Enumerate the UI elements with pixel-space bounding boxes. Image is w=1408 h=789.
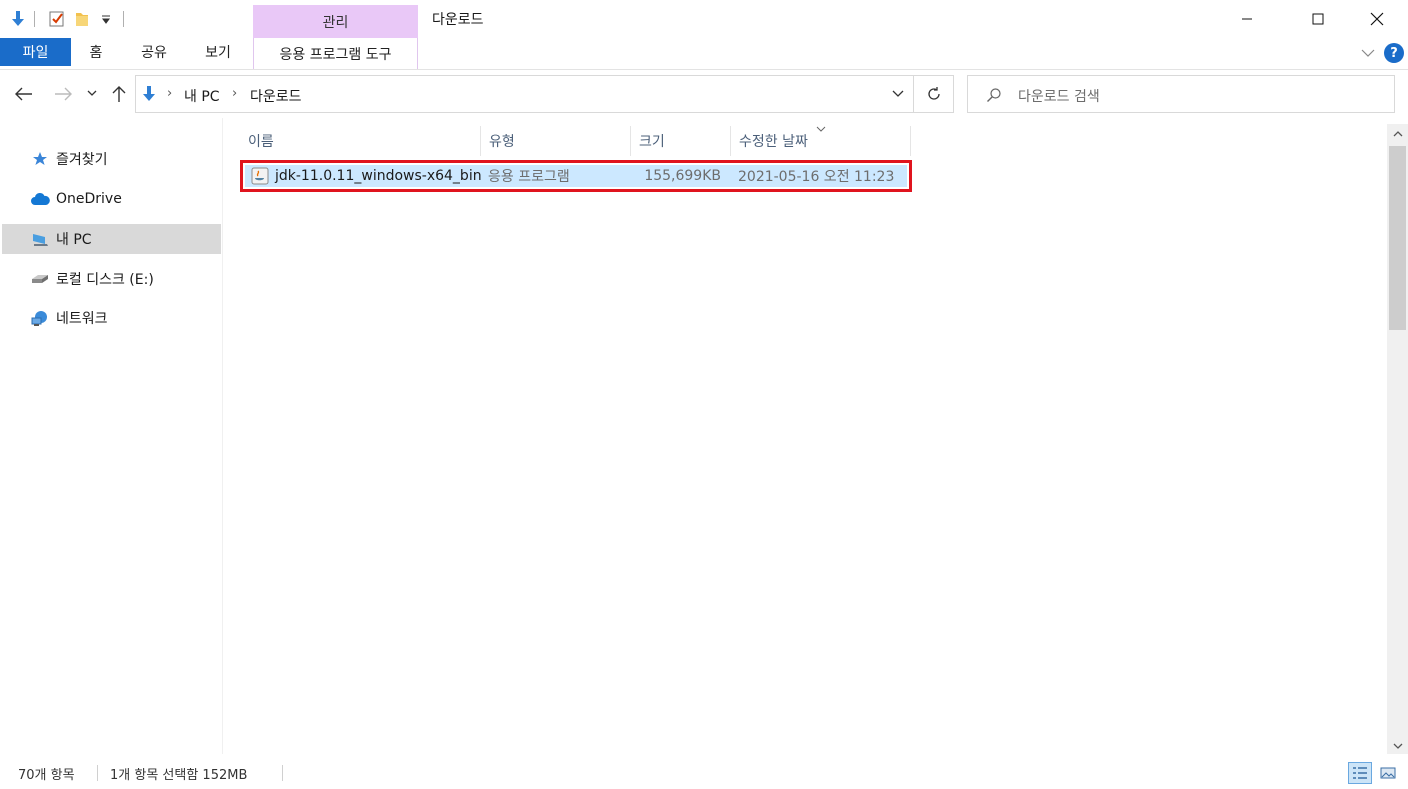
status-bar: 70개 항목 1개 항목 선택함 152MB xyxy=(0,754,1408,789)
search-input[interactable]: 다운로드 검색 xyxy=(967,75,1395,113)
window-title: 다운로드 xyxy=(432,12,484,28)
nav-item-local-disk-e[interactable]: 로컬 디스크 (E:) xyxy=(2,264,221,294)
customize-toolbar-icon[interactable] xyxy=(96,9,116,29)
details-view-icon xyxy=(1353,767,1367,779)
tab-home[interactable]: 홈 xyxy=(82,38,110,66)
context-tab-manage[interactable]: 관리 xyxy=(253,5,418,38)
computer-icon xyxy=(30,229,50,249)
cloud-icon xyxy=(30,189,50,209)
large-icons-view-button[interactable] xyxy=(1376,762,1400,784)
search-placeholder: 다운로드 검색 xyxy=(1018,89,1100,105)
refresh-button[interactable] xyxy=(914,75,954,113)
expand-ribbon-icon[interactable] xyxy=(1358,43,1378,63)
title-bar: 관리 다운로드 xyxy=(0,0,1408,38)
address-dropdown-icon[interactable] xyxy=(891,86,907,102)
status-separator xyxy=(97,765,98,781)
address-row: › 내 PC › 다운로드 다운로드 검색 xyxy=(0,70,1408,118)
status-separator xyxy=(282,765,283,781)
tab-view[interactable]: 보기 xyxy=(198,38,238,66)
minimize-button[interactable] xyxy=(1224,0,1270,38)
recent-locations-button[interactable] xyxy=(82,82,102,106)
breadcrumb-separator-icon[interactable]: › xyxy=(232,86,237,101)
java-installer-icon xyxy=(251,165,269,187)
close-icon xyxy=(1370,12,1384,26)
close-button[interactable] xyxy=(1354,0,1400,38)
nav-item-favorites[interactable]: 즐겨찾기 xyxy=(2,144,221,174)
column-header-size[interactable]: 크기 xyxy=(631,126,731,156)
back-button[interactable] xyxy=(12,82,36,106)
maximize-button[interactable] xyxy=(1295,0,1341,38)
search-icon xyxy=(986,87,1002,107)
nav-item-label: 즐겨찾기 xyxy=(56,152,108,168)
star-icon xyxy=(30,149,50,169)
ribbon-right-controls: ? xyxy=(1358,40,1408,66)
file-type: 응용 프로그램 xyxy=(488,169,570,185)
scrollbar-thumb[interactable] xyxy=(1389,146,1406,330)
column-header-type[interactable]: 유형 xyxy=(481,126,631,156)
status-selection: 1개 항목 선택함 152MB xyxy=(110,768,248,783)
sort-descending-icon xyxy=(816,120,826,136)
nav-item-this-pc[interactable]: 내 PC xyxy=(2,224,221,254)
maximize-icon xyxy=(1312,13,1324,25)
breadcrumb-this-pc[interactable]: 내 PC xyxy=(184,86,220,106)
file-size: 155,699KB xyxy=(644,168,721,184)
scroll-up-icon[interactable] xyxy=(1387,124,1408,144)
nav-item-network[interactable]: 네트워크 xyxy=(2,303,221,333)
nav-item-label: OneDrive xyxy=(56,191,122,207)
new-folder-icon[interactable] xyxy=(72,9,92,29)
toolbar-separator xyxy=(34,11,35,27)
up-button[interactable] xyxy=(107,82,131,106)
chevron-down-icon xyxy=(87,90,97,96)
nav-item-label: 로컬 디스크 (E:) xyxy=(56,272,154,288)
download-arrow-icon[interactable] xyxy=(8,9,28,29)
table-row[interactable]: jdk-11.0.11_windows-x64_bin 응용 프로그램 155,… xyxy=(240,160,912,192)
file-modified: 2021-05-16 오전 11:23 xyxy=(738,169,895,185)
forward-button[interactable] xyxy=(51,82,75,106)
tab-file[interactable]: 파일 xyxy=(0,38,71,66)
nav-item-label: 네트워크 xyxy=(56,311,108,327)
help-button[interactable]: ? xyxy=(1384,43,1404,63)
refresh-icon xyxy=(927,87,940,100)
ribbon-tabs: 파일 홈 공유 보기 응용 프로그램 도구 xyxy=(0,38,1408,70)
properties-icon[interactable] xyxy=(47,9,67,29)
details-view-button[interactable] xyxy=(1348,762,1372,784)
navigation-pane: 즐겨찾기 OneDrive 내 PC 로컬 디스크 (E:) 네트워크 xyxy=(0,118,223,754)
tab-application-tools[interactable]: 응용 프로그램 도구 xyxy=(253,38,418,69)
breadcrumb-separator-icon[interactable]: › xyxy=(167,86,172,101)
nav-item-onedrive[interactable]: OneDrive xyxy=(2,184,221,214)
file-list: 이름 유형 크기 수정한 날짜 jdk-11.0.11_windows-x64_… xyxy=(223,118,1387,754)
minimize-icon xyxy=(1242,18,1252,20)
file-name[interactable]: jdk-11.0.11_windows-x64_bin xyxy=(275,165,482,187)
tab-share[interactable]: 공유 xyxy=(134,38,174,66)
address-bar[interactable]: › 내 PC › 다운로드 xyxy=(135,75,914,113)
column-header-name[interactable]: 이름 xyxy=(240,126,481,156)
downloads-folder-icon xyxy=(140,85,158,107)
breadcrumb-downloads[interactable]: 다운로드 xyxy=(250,86,302,106)
nav-item-label: 내 PC xyxy=(56,232,92,248)
drive-icon xyxy=(30,269,50,289)
selected-row-highlight: jdk-11.0.11_windows-x64_bin 응용 프로그램 155,… xyxy=(245,165,907,187)
status-item-count: 70개 항목 xyxy=(18,768,75,783)
scroll-down-icon[interactable] xyxy=(1387,736,1408,756)
large-icons-view-icon xyxy=(1380,767,1396,779)
back-arrow-icon xyxy=(15,87,32,101)
network-icon xyxy=(30,308,50,328)
forward-arrow-icon xyxy=(55,87,72,101)
vertical-scrollbar[interactable] xyxy=(1387,124,1408,754)
toolbar-separator xyxy=(123,11,124,27)
up-arrow-icon xyxy=(112,86,126,102)
